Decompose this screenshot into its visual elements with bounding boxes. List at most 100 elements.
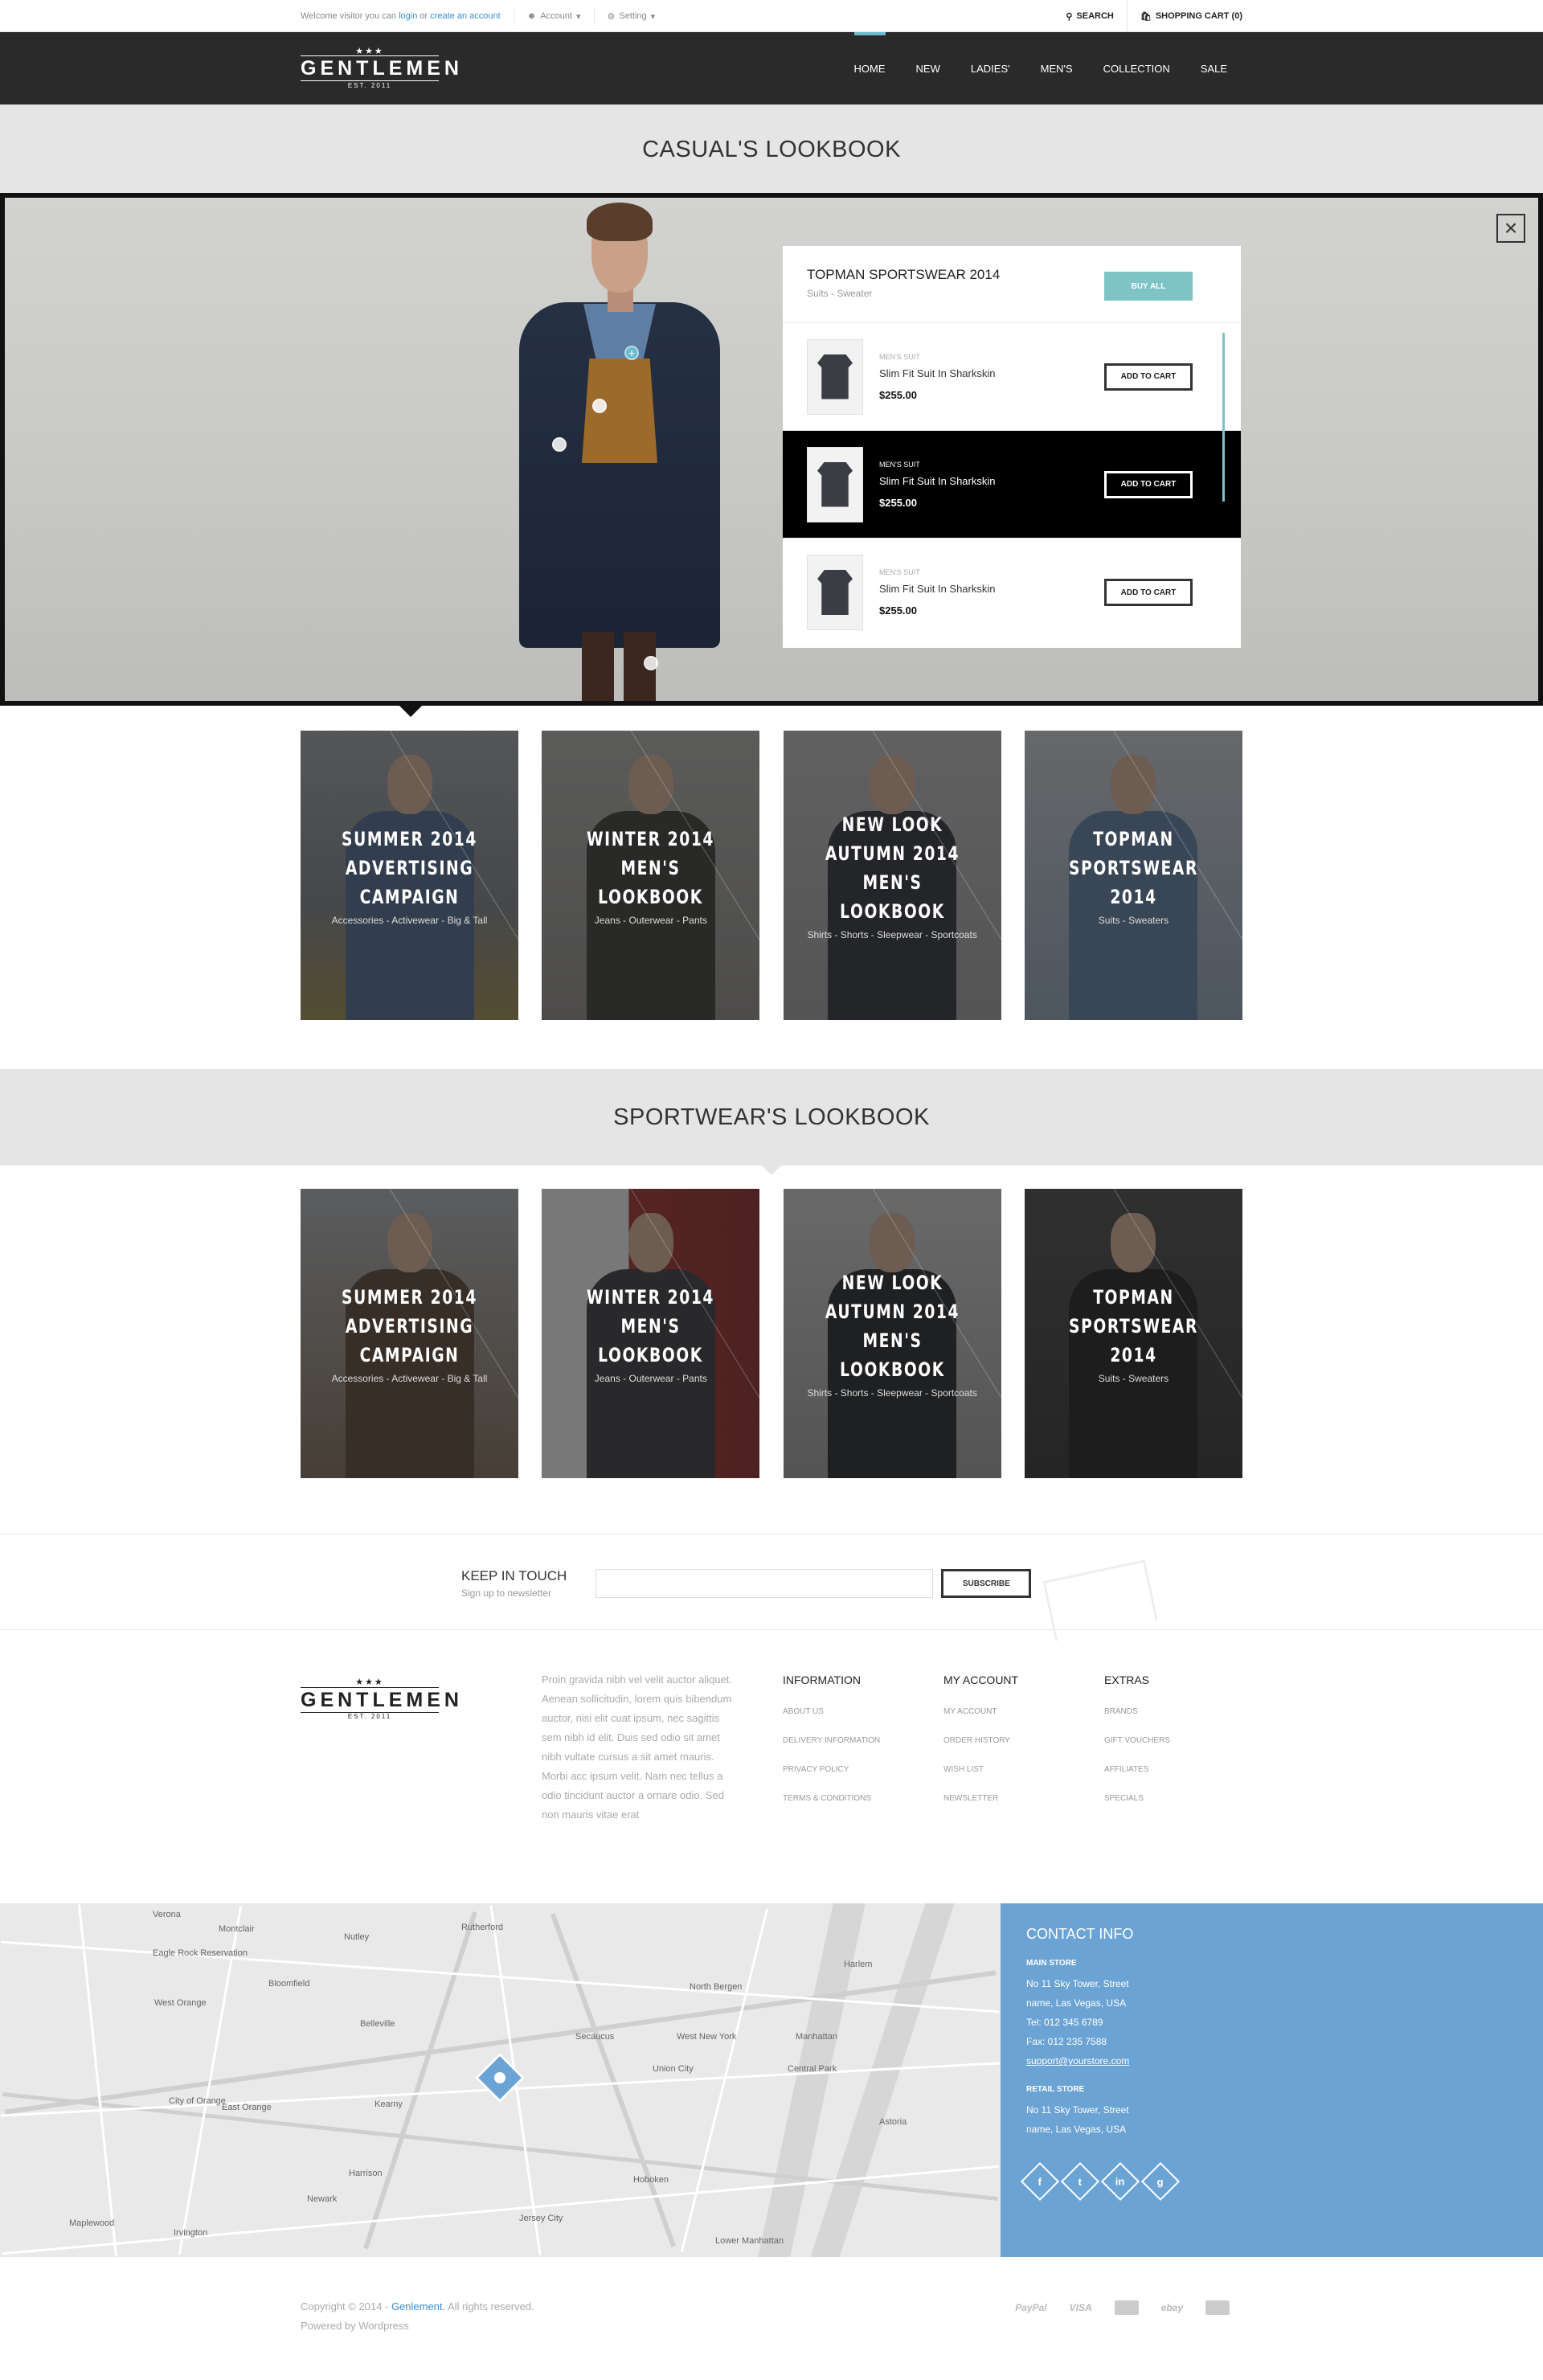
footer-link[interactable]: AFFILIATES (1104, 1755, 1170, 1784)
card-title-line: MEN'S LOOKBOOK (598, 857, 704, 908)
map-label: City of Orange (169, 2096, 226, 2106)
footer-link[interactable]: PRIVACY POLICY (783, 1755, 880, 1784)
setting-dropdown[interactable]: ⚙ Setting ▾ (608, 11, 656, 22)
powered-by: Powered by Wordpress (301, 2320, 409, 2332)
lookbook-card[interactable]: WINTER 2014 MEN'S LOOKBOOK Jeans - Outer… (542, 731, 760, 1020)
search-button[interactable]: ⚲ SEARCH (1053, 0, 1127, 32)
lookbook-card[interactable]: SUMMER 2014 ADVERTISING CAMPAIGN Accesso… (301, 1189, 518, 1478)
setting-label: Setting (619, 11, 647, 21)
footer-link[interactable]: SPECIALS (1104, 1784, 1170, 1813)
product-thumbnail[interactable] (807, 555, 863, 630)
product-name[interactable]: Slim Fit Suit In Sharkskin (879, 475, 1104, 487)
logo-stars-icon: ★★★ (355, 46, 384, 56)
card-title-line: NEW LOOK (841, 1272, 943, 1294)
card-title-line: SPORTSWEAR (1069, 1315, 1198, 1337)
map-label: Harlem (844, 1960, 873, 1969)
add-to-cart-button[interactable]: ADD TO CART (1104, 470, 1193, 498)
hotspot-dot-icon[interactable] (644, 656, 658, 670)
casual-title-band: CASUAL'S LOOKBOOK (0, 104, 1543, 195)
map-highway (363, 1911, 477, 2250)
hotspot-plus-icon[interactable]: + (624, 346, 639, 360)
subscribe-button[interactable]: SUBSCRIBE (941, 1569, 1032, 1598)
lookbook-card[interactable]: NEW LOOK AUTUMN 2014 MEN'S LOOKBOOK Shir… (783, 731, 1001, 1020)
product-price: $255.00 (879, 496, 917, 509)
card-title-line: SUMMER 2014 (342, 1286, 477, 1309)
hotspot-dot-icon[interactable] (592, 399, 607, 413)
product-row[interactable]: MEN'S SUIT Slim Fit Suit In Sharkskin $2… (783, 539, 1241, 646)
linkedin-icon[interactable]: in (1100, 2161, 1140, 2202)
footer-link[interactable]: ABOUT US (783, 1698, 880, 1727)
footer-link[interactable]: BRANDS (1104, 1698, 1170, 1727)
map-label: Nutley (344, 1932, 370, 1942)
nav-sale[interactable]: SALE (1185, 32, 1242, 104)
footer-link[interactable]: TERMS & CONDITIONS (783, 1784, 880, 1813)
newsletter-email-input[interactable] (596, 1569, 934, 1598)
contact-fax: Fax: 012 235 7588 (1026, 2036, 1107, 2047)
add-to-cart-button[interactable]: ADD TO CART (1104, 363, 1193, 391)
shopping-cart-button[interactable]: 🛍 SHOPPING CART (0) (1126, 0, 1242, 32)
lookbook-card[interactable]: TOPMAN SPORTSWEAR 2014 Suits - Sweaters (1024, 1189, 1242, 1478)
brand-link[interactable]: Genlement. (391, 2300, 445, 2312)
nav-collection[interactable]: COLLECTION (1088, 32, 1185, 104)
lookbook-card[interactable]: WINTER 2014 MEN'S LOOKBOOK Jeans - Outer… (542, 1189, 760, 1478)
panel-scrollbar[interactable] (1222, 333, 1225, 502)
card-text: SUMMER 2014 ADVERTISING CAMPAIGN Accesso… (301, 825, 518, 926)
nav-new[interactable]: NEW (901, 32, 956, 104)
contact-email-link[interactable]: support@yourstore.com (1026, 2051, 1517, 2071)
band-notch-icon (762, 1165, 781, 1175)
footer-link[interactable]: DELIVERY INFORMATION (783, 1727, 880, 1755)
card-title-line: 2014 (1110, 1344, 1157, 1366)
sport-title-band: SPORTWEAR'S LOOKBOOK (0, 1069, 1543, 1175)
googleplus-icon[interactable]: g (1140, 2161, 1181, 2202)
product-thumbnail[interactable] (807, 338, 863, 415)
footer-link[interactable]: NEWSLETTER (943, 1784, 1018, 1813)
welcome-text: Welcome visitor you can login or create … (301, 11, 501, 21)
lookbook-card[interactable]: NEW LOOK AUTUMN 2014 MEN'S LOOKBOOK Shir… (783, 1189, 1001, 1478)
amex-icon (1205, 2300, 1230, 2315)
footer-link[interactable]: GIFT VOUCHERS (1104, 1727, 1170, 1755)
store-map[interactable]: Verona Montclair Nutley Rutherford Eagle… (0, 1903, 1001, 2257)
login-link[interactable]: login (399, 11, 417, 21)
shirt-icon (817, 570, 853, 615)
lookbook-card[interactable]: SUMMER 2014 ADVERTISING CAMPAIGN Accesso… (301, 731, 518, 1020)
footer-about-text: Proin gravida nibh vel velit auctor aliq… (542, 1673, 733, 1821)
card-title-line: ADVERTISING (345, 857, 474, 879)
product-thumbnail[interactable] (807, 446, 863, 522)
card-title-line: CAMPAIGN (359, 1344, 460, 1366)
product-row[interactable]: MEN'S SUIT Slim Fit Suit In Sharkskin $2… (783, 431, 1241, 539)
main-store-address: No 11 Sky Tower, Street (1026, 1978, 1129, 1989)
close-icon[interactable]: × (1496, 214, 1525, 243)
map-label: Kearny (374, 2099, 403, 2109)
product-name[interactable]: Slim Fit Suit In Sharkskin (879, 583, 1104, 595)
top-bar: Welcome visitor you can login or create … (0, 0, 1543, 32)
sport-lookbook-grid: SUMMER 2014 ADVERTISING CAMPAIGN Accesso… (301, 1189, 1242, 1478)
product-row[interactable]: MEN'S SUIT Slim Fit Suit In Sharkskin $2… (783, 323, 1241, 431)
lookbook-card[interactable]: TOPMAN SPORTSWEAR 2014 Suits - Sweaters (1024, 731, 1242, 1020)
nav-home[interactable]: HOME (839, 32, 901, 104)
card-title-line: TOPMAN (1093, 828, 1174, 850)
hotspot-dot-icon[interactable] (552, 437, 567, 452)
hero-lookbook-viewer: + × TOPMAN SPORTSWEAR 2014 Suits - Sweat… (0, 193, 1543, 706)
create-account-link[interactable]: create an account (430, 11, 500, 21)
map-label: Irvington (174, 2228, 208, 2238)
map-label: Harrison (349, 2169, 383, 2178)
add-to-cart-button[interactable]: ADD TO CART (1104, 579, 1193, 606)
nav-ladies[interactable]: LADIES' (956, 32, 1025, 104)
footer-link[interactable]: WISH LIST (943, 1755, 1018, 1784)
map-road (78, 1904, 117, 2256)
map-label: Verona (153, 1910, 181, 1919)
card-tags: Shirts - Shorts - Sleepwear - Sportcoats (807, 929, 977, 940)
footer-logo[interactable]: ★★★ GENTLEMEN EST. 2011 (301, 1677, 459, 1720)
newsletter-title: KEEP IN TOUCH (461, 1568, 567, 1583)
footer-link[interactable]: MY ACCOUNT (943, 1698, 1018, 1727)
facebook-icon[interactable]: f (1020, 2161, 1060, 2202)
buy-all-button[interactable]: BUY ALL (1104, 272, 1193, 301)
nav-mens[interactable]: MEN'S (1025, 32, 1088, 104)
account-dropdown[interactable]: ☻ Account ▾ (527, 11, 581, 22)
site-logo[interactable]: ★★★ GENTLEMEN EST. 2011 (301, 46, 459, 90)
product-name[interactable]: Slim Fit Suit In Sharkskin (879, 367, 1104, 379)
twitter-icon[interactable]: t (1060, 2161, 1100, 2202)
contact-info-panel: CONTACT INFO MAIN STORE No 11 Sky Tower,… (1001, 1903, 1543, 2257)
card-tags: Jeans - Outerwear - Pants (594, 1373, 707, 1384)
footer-link[interactable]: ORDER HISTORY (943, 1727, 1018, 1755)
